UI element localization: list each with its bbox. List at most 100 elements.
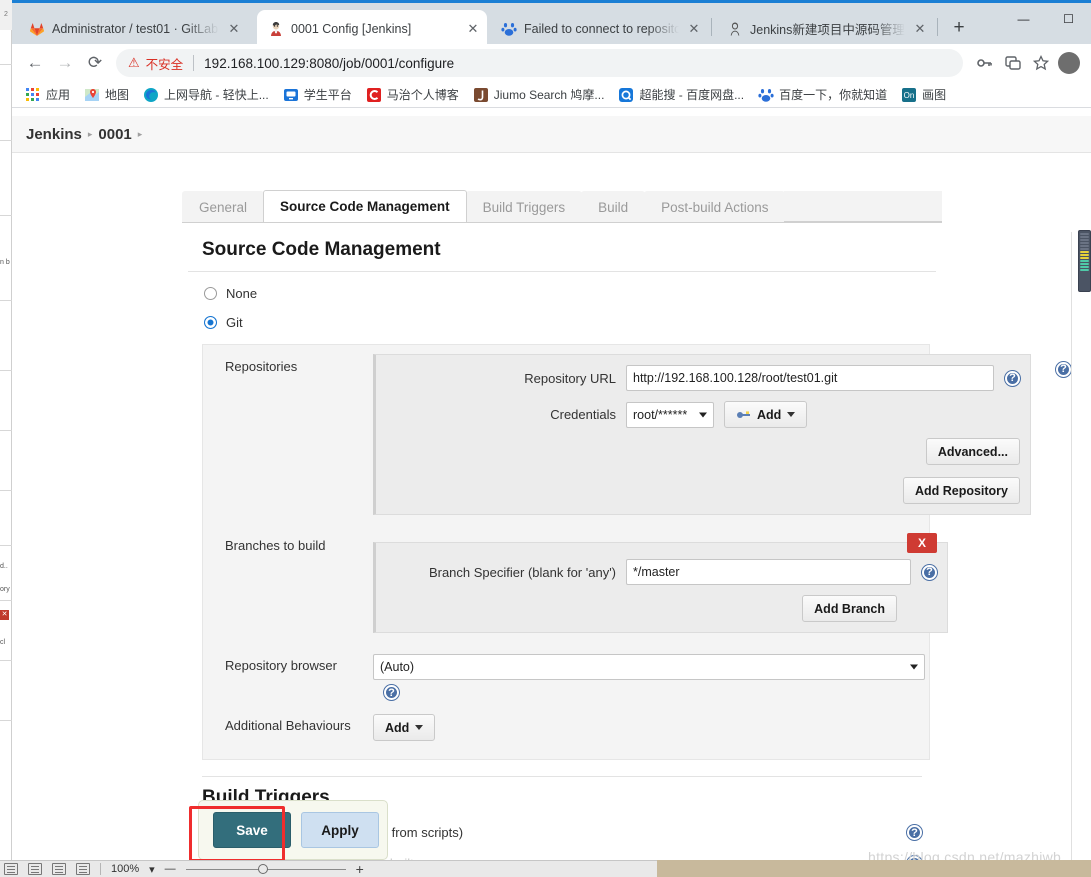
zoom-slider-knob[interactable] <box>257 864 268 874</box>
add-behaviour-button[interactable]: Add <box>373 714 436 741</box>
delete-branch-button[interactable]: X <box>907 533 937 553</box>
print-layout-view-icon[interactable] <box>4 863 18 875</box>
config-tab-bar: General Source Code Management Build Tri… <box>182 190 942 223</box>
browser-toolbar: ← → ⟳ ⚠ 不安全 192.168.100.129:8080/job/000… <box>12 44 1091 82</box>
browser-tab-gitlab[interactable]: Administrator / test01 · GitLab ✕ <box>18 10 248 47</box>
add-credentials-label: Add <box>757 407 782 422</box>
add-branch-button[interactable]: Add Branch <box>802 595 897 622</box>
save-apply-bar: Save Apply <box>198 800 388 860</box>
web-layout-view-icon[interactable] <box>52 863 66 875</box>
translate-icon[interactable] <box>999 49 1027 77</box>
zoom-caret-icon[interactable]: ▾ <box>149 863 155 876</box>
back-button[interactable]: ← <box>20 48 50 78</box>
chevron-down-icon <box>787 412 796 417</box>
bookmark-jiumo[interactable]: Jiumo Search 鸠摩... <box>466 84 612 106</box>
config-tab-bar-filler <box>784 191 942 222</box>
tab-close-icon[interactable]: ✕ <box>912 21 928 37</box>
save-button[interactable]: Save <box>213 812 291 848</box>
page-right-border <box>1071 232 1072 860</box>
bookmark-label: 画图 <box>922 88 947 102</box>
advanced-button[interactable]: Advanced... <box>925 438 1020 465</box>
tab-close-icon[interactable]: ✕ <box>226 21 242 37</box>
browser-tab-jenkins-article[interactable]: Jenkins新建项目中源码管理Repo ✕ <box>716 10 934 47</box>
bookmark-nav[interactable]: 上网导航 - 轻快上... <box>136 84 276 106</box>
breadcrumb: Jenkins ▸ 0001 ▸ <box>12 116 1091 153</box>
o-blue-icon <box>619 87 634 102</box>
bookmark-student-platform[interactable]: 学生平台 <box>276 84 359 106</box>
repository-url-row: Repository URL http://192.168.100.128/ro… <box>386 365 1020 391</box>
tab-title: Jenkins新建项目中源码管理Repo <box>750 23 905 37</box>
zoom-in-button[interactable]: + <box>356 861 364 877</box>
tab-build[interactable]: Build <box>581 191 646 222</box>
maximize-button[interactable]: ☐ <box>1046 3 1091 35</box>
add-repository-button[interactable]: Add Repository <box>902 477 1020 504</box>
help-icon-branch-specifier[interactable]: ? <box>922 564 937 580</box>
branches-row: Branches to build X Branch Specifier (bl… <box>203 524 948 642</box>
tab-close-icon[interactable]: ✕ <box>465 21 481 37</box>
tab-title: Administrator / test01 · GitLab <box>52 21 219 36</box>
branches-label: Branches to build <box>225 538 326 553</box>
tab-source-code-management[interactable]: Source Code Management <box>263 190 467 222</box>
screenshot-root: 2 n b d.. ory ✕ cl Administrator / test0… <box>0 0 1091 877</box>
add-repository-button-wrap: Add Repository <box>386 477 1020 504</box>
browser-tab-failed-connect[interactable]: Failed to connect to repository ✕ <box>490 10 708 47</box>
bookmark-apps[interactable]: 应用 <box>18 84 77 106</box>
omnibox-divider <box>193 55 195 71</box>
zoom-out-button[interactable]: — <box>165 863 176 875</box>
forward-button[interactable]: → <box>50 48 80 78</box>
reload-button[interactable]: ⟳ <box>80 48 110 78</box>
tab-separator <box>937 18 938 36</box>
bookmark-paint[interactable]: On 画图 <box>894 84 953 106</box>
bookmark-blog[interactable]: 马治个人博客 <box>359 84 466 106</box>
help-icon-trigger-builds-remotely[interactable]: ? <box>907 825 922 840</box>
additional-behaviours-label: Additional Behaviours <box>225 718 351 733</box>
read-mode-view-icon[interactable] <box>76 863 90 875</box>
minimize-button[interactable]: — <box>1001 3 1046 35</box>
add-behaviour-label: Add <box>385 720 410 735</box>
browser-tab-jenkins-config[interactable]: 0001 Config [Jenkins] ✕ <box>257 10 487 47</box>
zoom-slider[interactable] <box>185 863 346 875</box>
credentials-row: Credentials root/****** Add <box>386 401 1020 428</box>
repository-url-input[interactable]: http://192.168.100.128/root/test01.git <box>626 365 994 391</box>
tab-build-triggers[interactable]: Build Triggers <box>465 191 583 222</box>
new-tab-button[interactable]: + <box>947 17 971 41</box>
help-icon-repository-url[interactable]: ? <box>1005 370 1020 386</box>
repository-browser-select[interactable]: (Auto) <box>373 654 925 680</box>
build-executor-monitor-widget[interactable] <box>1078 230 1091 292</box>
radio-none[interactable] <box>204 287 217 300</box>
tab-close-icon[interactable]: ✕ <box>686 21 702 37</box>
apply-button[interactable]: Apply <box>301 812 379 848</box>
help-icon-repository-browser[interactable]: ? <box>384 685 399 700</box>
bookmark-label: 应用 <box>46 88 71 102</box>
tab-general[interactable]: General <box>182 191 265 222</box>
chevron-down-icon <box>415 725 424 730</box>
apps-grid-icon <box>26 87 39 101</box>
bookmark-label: 学生平台 <box>303 88 352 102</box>
section-divider <box>202 776 922 777</box>
breadcrumb-item-0001[interactable]: 0001 <box>98 126 131 143</box>
scm-option-git[interactable]: Git <box>204 315 942 330</box>
jenkins-outline-icon <box>730 22 740 36</box>
profile-avatar[interactable] <box>1055 49 1083 77</box>
branch-specifier-input[interactable]: */master <box>626 559 911 585</box>
bookmark-star-icon[interactable] <box>1027 49 1055 77</box>
help-icon-repositories[interactable]: ? <box>1056 359 1071 377</box>
svg-text:On: On <box>904 91 915 100</box>
scm-option-none[interactable]: None <box>204 286 942 301</box>
bookmark-chaonengsou[interactable]: 超能搜 - 百度网盘... <box>611 84 751 106</box>
breadcrumb-arrow-icon: ▸ <box>137 128 143 139</box>
radio-git[interactable] <box>204 316 217 329</box>
breadcrumb-item-jenkins[interactable]: Jenkins <box>26 126 82 143</box>
zoom-level-label[interactable]: 100% <box>111 863 139 875</box>
key-icon[interactable] <box>971 49 999 77</box>
credentials-select[interactable]: root/****** <box>626 401 714 428</box>
tab-post-build-actions[interactable]: Post-build Actions <box>644 191 786 222</box>
branch-specifier-label: Branch Specifier (blank for 'any') <box>428 564 616 580</box>
outline-view-icon[interactable] <box>28 863 42 875</box>
bookmark-maps[interactable]: 地图 <box>77 84 136 106</box>
address-bar[interactable]: ⚠ 不安全 192.168.100.129:8080/job/0001/conf… <box>116 49 963 77</box>
repository-entry-box: Repository URL http://192.168.100.128/ro… <box>373 354 1031 515</box>
bookmark-baidu[interactable]: 百度一下，你就知道 <box>751 84 894 106</box>
repository-browser-label: Repository browser <box>225 658 337 673</box>
add-credentials-button[interactable]: Add <box>724 401 808 428</box>
